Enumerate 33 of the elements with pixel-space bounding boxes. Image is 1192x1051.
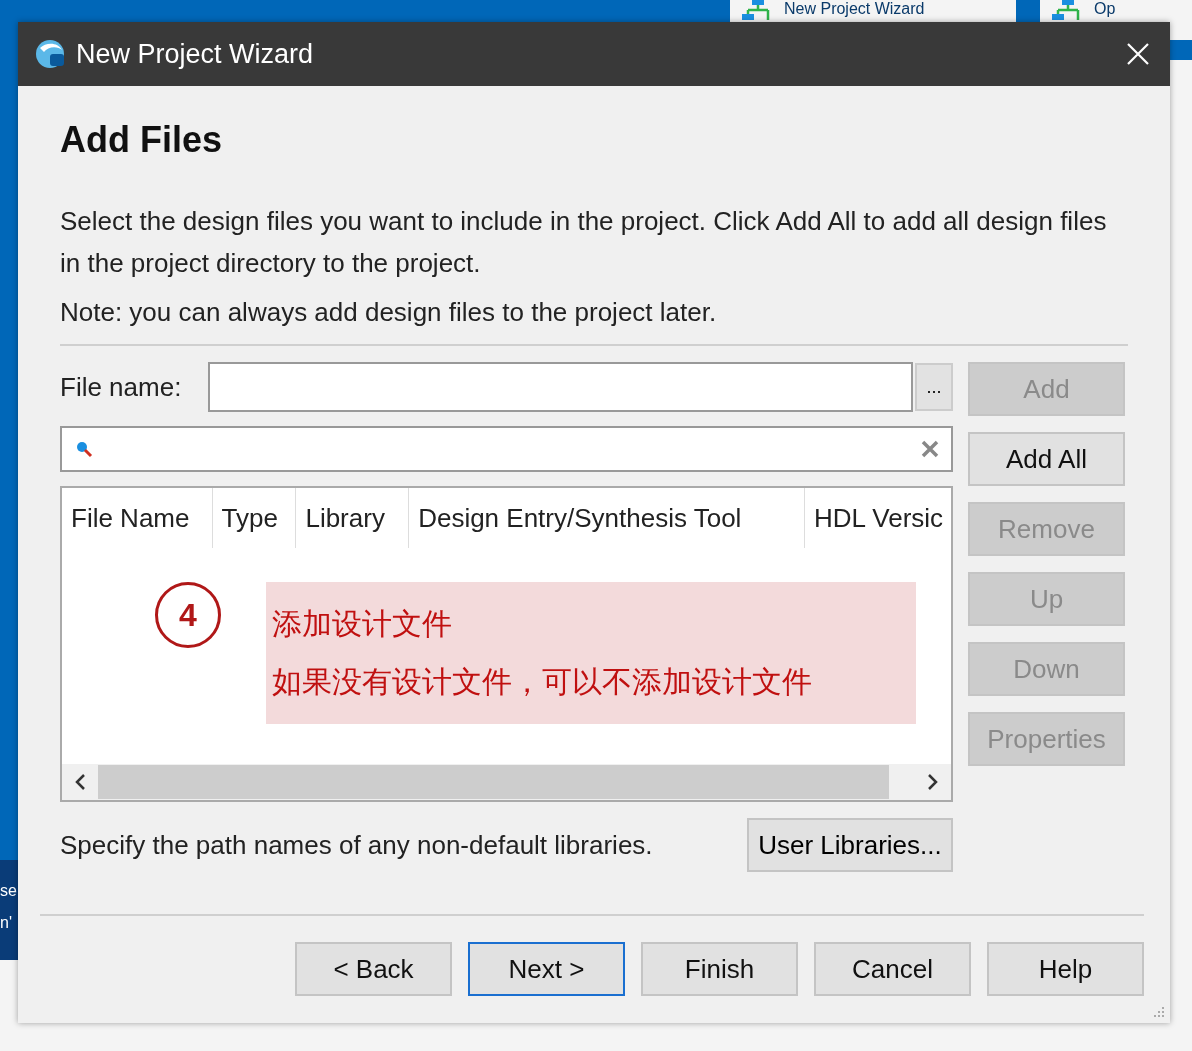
browse-button[interactable]: ... — [915, 363, 953, 411]
note-text: Note: you can always add design files to the project later. — [60, 296, 718, 329]
column-header[interactable]: File Name — [62, 488, 213, 548]
window-title: New Project Wizard — [76, 38, 315, 70]
dialog-button[interactable]: Next > — [468, 942, 625, 996]
file-name-field[interactable] — [207, 362, 914, 412]
user-libraries-button[interactable]: User Libraries... — [747, 818, 953, 872]
background-text: n' — [0, 914, 13, 932]
column-header[interactable]: Type — [212, 488, 297, 548]
page-heading: Add Files — [60, 118, 224, 162]
dialog-button[interactable]: Finish — [641, 942, 798, 996]
dialog-button[interactable]: Help — [987, 942, 1144, 996]
globe-icon — [34, 38, 66, 70]
annotation-text: 添加设计文件 — [272, 607, 453, 641]
background-text: se — [0, 882, 18, 900]
field-label: File name: — [60, 371, 183, 403]
horizontal-scrollbar[interactable] — [62, 764, 951, 800]
close-icon[interactable] — [1126, 42, 1150, 66]
column-header[interactable]: HDL Versic — [805, 488, 951, 548]
column-header[interactable]: Design Entry/Synthesis Tool — [409, 488, 805, 548]
side-button[interactable]: Add All — [968, 432, 1125, 486]
step-number: 4 — [155, 582, 221, 648]
search-icon — [74, 439, 94, 459]
library-hint-text: Specify the path names of any non-default libraries. — [60, 829, 653, 861]
resize-grip-icon[interactable] — [1152, 1005, 1166, 1019]
clear-icon[interactable] — [921, 440, 939, 458]
scrollbar-thumb[interactable] — [98, 765, 889, 799]
description-text: Select the design files you want to include in the project. Click Add All to add all design files in the project directory to the project. — [60, 205, 1108, 280]
annotation-text: 如果没有设计文件，可以不添加设计文件 — [272, 665, 813, 699]
column-header[interactable]: Library — [296, 488, 410, 548]
dialog-button[interactable]: < Back — [295, 942, 452, 996]
dialog-button[interactable]: Cancel — [814, 942, 971, 996]
search-field[interactable] — [60, 426, 953, 472]
